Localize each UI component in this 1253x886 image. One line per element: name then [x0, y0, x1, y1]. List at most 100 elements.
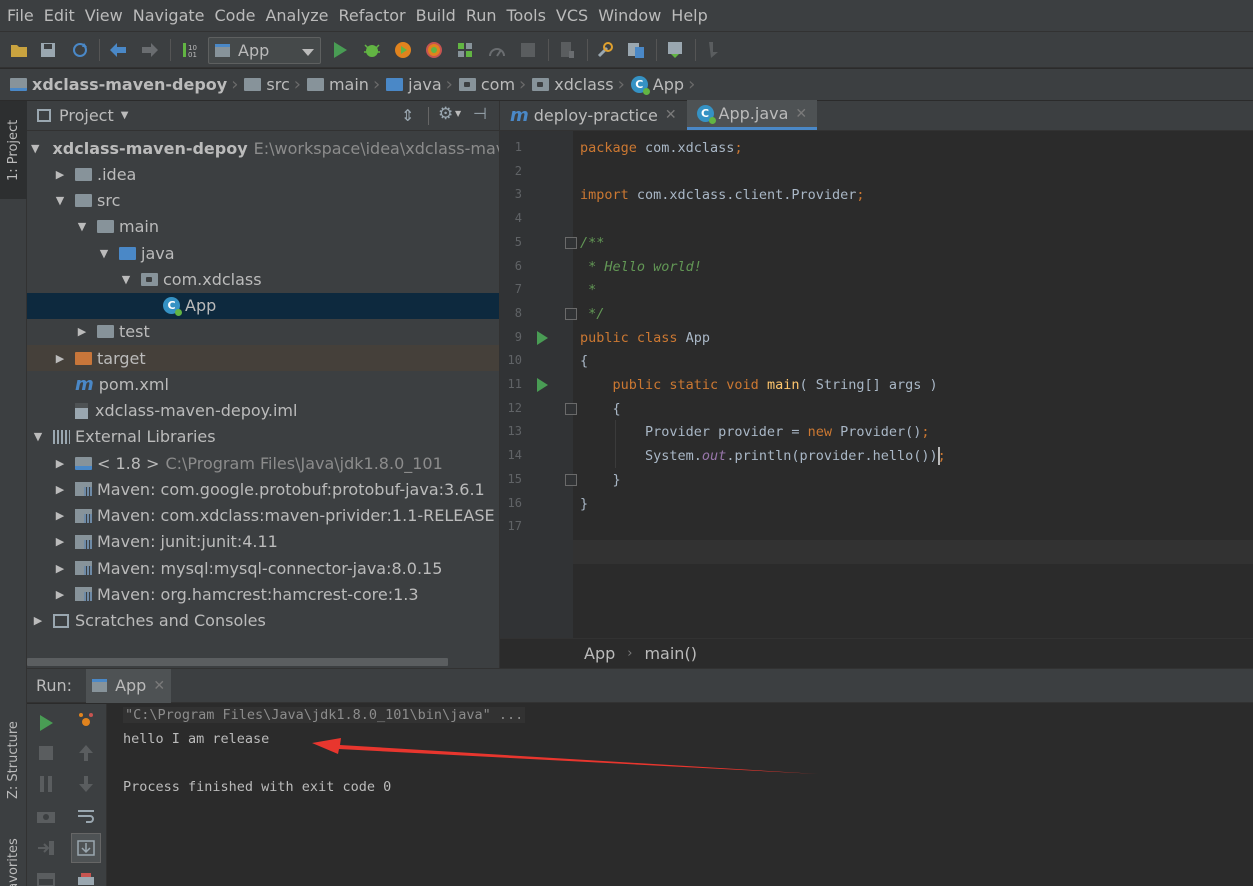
tree-item-1-8[interactable]: ▶ < 1.8 > C:\Program Files\Java\jdk1.8.0_1… [27, 450, 499, 476]
tree-item-external-libraries[interactable]: ▼ External Libraries [27, 424, 499, 450]
debug-dots-icon[interactable] [75, 709, 97, 731]
gear-icon[interactable]: ⚙ [438, 104, 453, 124]
expand-arrow-icon[interactable]: ▼ [53, 194, 67, 207]
tree-item-app[interactable]: C App [27, 292, 499, 319]
project-title[interactable]: Project [59, 106, 114, 125]
breadcrumb-item-xdclass-maven-depoy[interactable]: xdclass-maven-depoy › [10, 74, 244, 95]
collapse-arrow-icon[interactable]: ▶ [53, 483, 67, 496]
collapse-arrow-icon[interactable]: ▶ [53, 588, 67, 601]
expand-arrow-icon[interactable]: ▼ [31, 142, 39, 155]
concurrency-icon[interactable] [455, 40, 475, 60]
tree-item-maven-org-hamcrest-hamcrest-core-1-3[interactable]: ▶ Maven: org.hamcrest:hamcrest-core:1.3 [27, 581, 499, 607]
menu-item-run[interactable]: Run [461, 0, 502, 31]
tree-item-target[interactable]: ▶ target [27, 345, 499, 371]
collapse-arrow-icon[interactable]: ▶ [53, 457, 67, 470]
soft-wrap-icon[interactable] [75, 805, 97, 827]
tool-tab-favorites[interactable]: Favorites [0, 838, 27, 886]
tree-item-test[interactable]: ▶ test [27, 319, 499, 345]
rerun-icon[interactable] [35, 712, 57, 734]
menu-item-code[interactable]: Code [210, 0, 261, 31]
menu-item-build[interactable]: Build [411, 0, 461, 31]
scroll-to-end-icon[interactable] [71, 833, 101, 863]
expand-arrow-icon[interactable]: ▼ [97, 247, 111, 260]
run-with-coverage-icon[interactable] [393, 40, 413, 60]
collapse-arrow-icon[interactable]: ▶ [53, 509, 67, 522]
close-icon[interactable]: ✕ [795, 106, 807, 122]
expand-arrow-icon[interactable]: ▼ [119, 273, 133, 286]
camera-icon[interactable] [35, 805, 57, 827]
tree-item-com-xdclass[interactable]: ▼ com.xdclass [27, 266, 499, 292]
console-output[interactable]: "C:\Program Files\Java\jdk1.8.0_101\bin\… [107, 704, 1253, 886]
expand-arrow-icon[interactable]: ▼ [31, 430, 45, 443]
stop-icon[interactable] [35, 742, 57, 764]
menu-item-file[interactable]: File [2, 0, 39, 31]
editor-breadcrumb-class[interactable]: App [584, 644, 615, 663]
close-icon[interactable]: ✕ [153, 678, 165, 694]
back-arrow-icon[interactable] [108, 40, 128, 60]
tree-item-maven-junit-junit-4-11[interactable]: ▶ Maven: junit:junit:4.11 [27, 529, 499, 555]
breadcrumb-item-java[interactable]: java › [386, 74, 459, 95]
horizontal-scrollbar[interactable] [27, 658, 448, 666]
menu-item-edit[interactable]: Edit [39, 0, 80, 31]
editor-tab-deploy-practice[interactable]: m deploy-practice ✕ [500, 100, 687, 130]
save-icon[interactable] [38, 40, 58, 60]
collapse-arrow-icon[interactable]: ▶ [53, 168, 67, 181]
update-application-icon[interactable] [557, 40, 577, 60]
editor-tab-app-java[interactable]: C App.java ✕ [686, 100, 818, 130]
project-structure-icon[interactable] [626, 40, 646, 60]
menu-item-refactor[interactable]: Refactor [334, 0, 411, 31]
collapse-arrow-icon[interactable]: ▶ [53, 562, 67, 575]
run-icon[interactable] [330, 40, 350, 60]
menu-item-help[interactable]: Help [666, 0, 712, 31]
tree-item-maven-com-xdclass-maven-privider-1-1-release[interactable]: ▶ Maven: com.xdclass:maven-privider:1.1-R… [27, 503, 499, 529]
chevron-down-icon[interactable]: ▼ [455, 109, 461, 118]
tree-item-xdclass-maven-depoy-iml[interactable]: xdclass-maven-depoy.iml [27, 398, 499, 424]
breadcrumb-item-xdclass[interactable]: xdclass › [532, 74, 631, 95]
breadcrumb-item-src[interactable]: src › [244, 74, 307, 95]
collapse-arrow-icon[interactable]: ▶ [53, 535, 67, 548]
run-tab-app[interactable]: App ✕ [86, 668, 172, 703]
print-icon[interactable] [75, 869, 97, 886]
layout-icon[interactable] [35, 869, 57, 886]
collapse-arrow-icon[interactable]: ▶ [75, 325, 89, 338]
forward-arrow-icon[interactable] [140, 40, 160, 60]
tree-item-java[interactable]: ▼ java [27, 240, 499, 266]
vcs-update-icon[interactable] [704, 40, 724, 60]
run-configuration-select[interactable]: App [208, 37, 321, 64]
tool-tab-structure[interactable]: Z: Structure [0, 708, 27, 813]
tree-item-maven-com-google-protobuf-protobuf-java-3-6-1[interactable]: ▶ Maven: com.google.protobuf:protobuf-jav… [27, 476, 499, 502]
tool-tab-project[interactable]: 1: Project [0, 101, 27, 199]
run-gutter-icon[interactable] [537, 378, 548, 392]
close-icon[interactable]: ✕ [665, 107, 677, 123]
tree-item-src[interactable]: ▼ src [27, 188, 499, 214]
breadcrumb-item-app[interactable]: C App › [630, 74, 701, 95]
editor-breadcrumb-method[interactable]: main() [644, 644, 696, 663]
tree-item-xdclass-maven-depoy[interactable]: ▼ xdclass-maven-depoy E:\workspace\idea\xd… [27, 135, 531, 161]
menu-item-tools[interactable]: Tools [502, 0, 551, 31]
pause-icon[interactable] [35, 773, 57, 795]
breadcrumb-item-com[interactable]: com › [458, 74, 532, 95]
collapse-all-icon[interactable]: ⇕ [401, 106, 414, 125]
arrow-down-icon[interactable] [75, 773, 97, 795]
menu-item-navigate[interactable]: Navigate [128, 0, 210, 31]
menu-item-vcs[interactable]: VCS [551, 0, 593, 31]
tree-item-pom-xml[interactable]: m pom.xml [27, 371, 499, 397]
collapse-arrow-icon[interactable]: ▶ [53, 352, 67, 365]
collapse-arrow-icon[interactable]: ▶ [31, 614, 45, 627]
breadcrumb-item-main[interactable]: main › [306, 74, 386, 95]
hide-panel-icon[interactable]: ⊣ [473, 104, 487, 123]
menu-item-window[interactable]: Window [593, 0, 666, 31]
sdk-download-icon[interactable] [665, 40, 685, 60]
chevron-down-icon[interactable]: ▼ [121, 110, 129, 121]
profile-icon[interactable] [424, 40, 444, 60]
code-area[interactable]: package com.xdclass; import com.xdclass.c… [573, 131, 1253, 638]
tree-item-maven-mysql-mysql-connector-java-8-0-15[interactable]: ▶ Maven: mysql:mysql-connector-java:8.0.1… [27, 555, 499, 581]
open-folder-icon[interactable] [9, 40, 29, 60]
menu-item-analyze[interactable]: Analyze [260, 0, 333, 31]
sync-icon[interactable] [70, 40, 90, 60]
debug-icon[interactable] [362, 40, 382, 60]
settings-wrench-icon[interactable] [595, 40, 615, 60]
tree-item-main[interactable]: ▼ main [27, 214, 499, 240]
stop-icon[interactable] [518, 40, 538, 60]
build-project-icon[interactable]: 10 01 [180, 40, 200, 60]
